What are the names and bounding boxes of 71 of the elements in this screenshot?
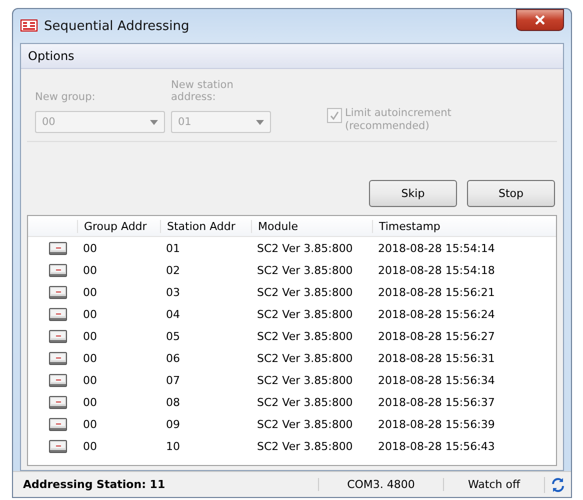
device-icon bbox=[49, 396, 67, 408]
action-button[interactable]: Skip bbox=[369, 180, 457, 207]
table-cell-text: 10 bbox=[165, 440, 181, 452]
table-cell-text: 2018-08-28 15:56:43 bbox=[377, 440, 496, 452]
table-cell-text: 01 bbox=[165, 242, 181, 254]
table-cell-text: 2018-08-28 15:56:39 bbox=[377, 418, 496, 430]
table-cell-text: 00 bbox=[82, 418, 98, 430]
table-cell-text: 05 bbox=[165, 330, 181, 342]
table-cell-text: 00 bbox=[82, 330, 98, 342]
column-header[interactable]: Module bbox=[251, 220, 372, 232]
table-cell-text: 2018-08-28 15:54:18 bbox=[377, 264, 496, 276]
menu-item[interactable]: Options bbox=[28, 49, 74, 63]
table-cell-text: 00 bbox=[82, 396, 98, 408]
table-cell-text: 2018-08-28 15:54:14 bbox=[377, 242, 496, 254]
field-label: New station address: bbox=[171, 79, 234, 103]
table-cell-text: 00 bbox=[82, 286, 98, 298]
device-icon bbox=[49, 374, 67, 386]
table-cell-text: 00 bbox=[82, 264, 98, 276]
table-cell-text: SC2 Ver 3.85:800 bbox=[256, 396, 354, 408]
table-cell-text: 00 bbox=[82, 308, 98, 320]
device-icon bbox=[49, 418, 67, 430]
table-cell-text: 00 bbox=[82, 242, 98, 254]
device-icon bbox=[49, 286, 67, 298]
dropdown-arrow-icon bbox=[150, 120, 158, 124]
table-cell-text: 00 bbox=[82, 440, 98, 452]
table-cell-text: 08 bbox=[165, 396, 181, 408]
table-cell-text: 2018-08-28 15:56:21 bbox=[377, 286, 496, 298]
table-cell-text: 02 bbox=[165, 264, 181, 276]
device-icon bbox=[49, 308, 67, 320]
table-cell-text: SC2 Ver 3.85:800 bbox=[256, 242, 354, 254]
device-icon bbox=[49, 264, 67, 276]
device-icon bbox=[49, 330, 67, 342]
window-title: Sequential Addressing bbox=[44, 18, 190, 34]
table-cell-text: 2018-08-28 15:56:24 bbox=[377, 308, 496, 320]
table-cell-text: SC2 Ver 3.85:800 bbox=[256, 264, 354, 276]
column-header[interactable]: Station Addr bbox=[160, 220, 251, 232]
watch-status: Watch off bbox=[443, 478, 544, 491]
device-icon bbox=[49, 440, 67, 452]
checkmark-icon bbox=[329, 110, 340, 121]
table-cell-text: SC2 Ver 3.85:800 bbox=[256, 418, 354, 430]
table-cell-text: 2018-08-28 15:56:31 bbox=[377, 352, 496, 364]
table-cell-text: 04 bbox=[165, 308, 181, 320]
table-cell-text: 03 bbox=[165, 286, 181, 298]
table-cell-text: SC2 Ver 3.85:800 bbox=[256, 352, 354, 364]
table-cell-text: SC2 Ver 3.85:800 bbox=[256, 440, 354, 452]
table-cell-text: SC2 Ver 3.85:800 bbox=[256, 286, 354, 298]
device-icon bbox=[49, 242, 67, 254]
column-header[interactable]: Group Addr bbox=[77, 220, 160, 232]
table-cell-text: 09 bbox=[165, 418, 181, 430]
field-label: New group: bbox=[35, 91, 96, 103]
refresh-icon[interactable] bbox=[550, 476, 566, 492]
port-status: COM3. 4800 bbox=[318, 478, 443, 491]
app-logo-icon bbox=[20, 18, 38, 34]
table-cell-text: 2018-08-28 15:56:37 bbox=[377, 396, 496, 408]
table-cell-text: SC2 Ver 3.85:800 bbox=[256, 374, 354, 386]
close-button[interactable] bbox=[516, 9, 564, 31]
table-cell-text: 2018-08-28 15:56:34 bbox=[377, 374, 496, 386]
checkbox-label: Limit autoincrement (recommended) bbox=[345, 107, 452, 133]
close-icon bbox=[534, 15, 546, 25]
column-header[interactable]: Timestamp bbox=[372, 220, 512, 232]
table-cell-text: 2018-08-28 15:56:27 bbox=[377, 330, 496, 342]
table-cell-text: SC2 Ver 3.85:800 bbox=[256, 308, 354, 320]
status-text: Addressing Station: 11 bbox=[22, 478, 166, 491]
table-cell-text: SC2 Ver 3.85:800 bbox=[256, 330, 354, 342]
dropdown-arrow-icon bbox=[256, 120, 264, 124]
table-cell-text: 07 bbox=[165, 374, 181, 386]
table-cell-text: 00 bbox=[82, 374, 98, 386]
action-button[interactable]: Stop bbox=[467, 180, 555, 207]
table-cell-text: 06 bbox=[165, 352, 181, 364]
device-icon bbox=[49, 352, 67, 364]
table-cell-text: 00 bbox=[82, 352, 98, 364]
